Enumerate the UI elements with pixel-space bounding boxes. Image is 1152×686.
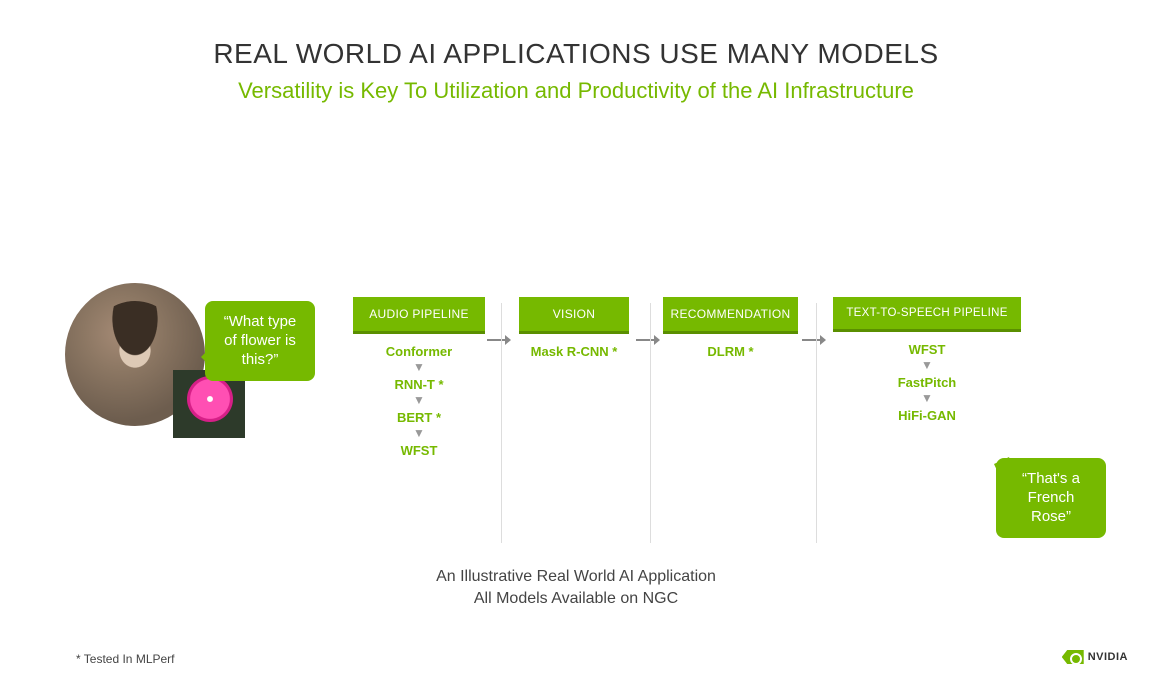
footnote-text: * Tested In MLPerf [76, 652, 175, 666]
model-label: FastPitch [833, 375, 1021, 390]
slide-subtitle: Versatility is Key To Utilization and Pr… [0, 78, 1152, 104]
output-speech-bubble: “That's a French Rose” [996, 458, 1106, 538]
right-arrow-icon [636, 332, 660, 348]
input-speech-bubble: “What type of flower is this?” [205, 301, 315, 381]
pipeline-tts: TEXT-TO-SPEECH PIPELINE WFST ▼ FastPitch… [833, 297, 1021, 423]
model-label: WFST [353, 443, 485, 458]
right-arrow-icon [802, 332, 826, 348]
pipeline-header: VISION [519, 297, 629, 334]
slide-title: REAL WORLD AI APPLICATIONS USE MANY MODE… [0, 38, 1152, 70]
model-label: RNN-T * [353, 377, 485, 392]
pipeline-audio: AUDIO PIPELINE Conformer ▼ RNN-T * ▼ BER… [353, 297, 485, 458]
caption-line: All Models Available on NGC [0, 588, 1152, 610]
pipeline-vision: VISION Mask R-CNN * [519, 297, 629, 359]
model-label: Mask R-CNN * [519, 344, 629, 359]
model-label: Conformer [353, 344, 485, 359]
right-arrow-icon [487, 332, 511, 348]
model-label: DLRM * [663, 344, 798, 359]
model-label: WFST [833, 342, 1021, 357]
nvidia-logo: NVIDIA [1062, 650, 1128, 664]
down-arrow-icon: ▼ [353, 361, 485, 373]
down-arrow-icon: ▼ [353, 394, 485, 406]
nvidia-logo-text: NVIDIA [1088, 651, 1128, 663]
caption-line: An Illustrative Real World AI Applicatio… [0, 566, 1152, 588]
model-label: HiFi-GAN [833, 408, 1021, 423]
pipeline-header: TEXT-TO-SPEECH PIPELINE [833, 297, 1021, 332]
model-label: BERT * [353, 410, 485, 425]
pipeline-divider [501, 303, 502, 543]
pipeline-divider [816, 303, 817, 543]
pipeline-divider [650, 303, 651, 543]
down-arrow-icon: ▼ [833, 392, 1021, 404]
nvidia-eye-icon [1062, 650, 1084, 664]
down-arrow-icon: ▼ [353, 427, 485, 439]
pipeline-recommendation: RECOMMENDATION DLRM * [663, 297, 798, 359]
pipeline-header: AUDIO PIPELINE [353, 297, 485, 334]
down-arrow-icon: ▼ [833, 359, 1021, 371]
pipeline-header: RECOMMENDATION [663, 297, 798, 334]
diagram-caption: An Illustrative Real World AI Applicatio… [0, 566, 1152, 609]
